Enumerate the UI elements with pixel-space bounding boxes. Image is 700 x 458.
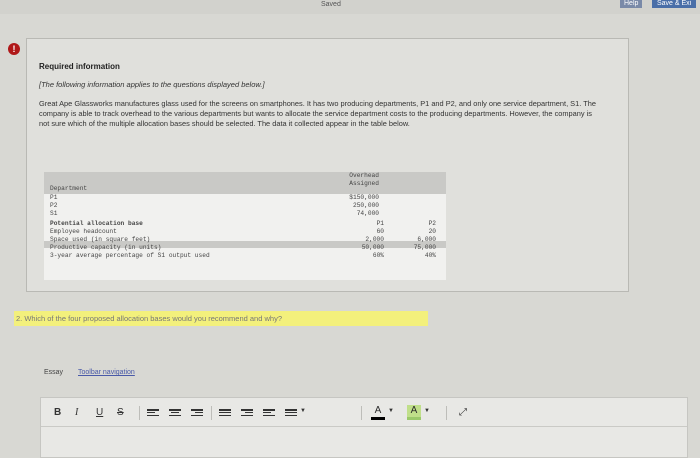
strikethrough-button[interactable]: S [117, 407, 124, 419]
alert-icon: ! [8, 43, 20, 55]
overhead-header-1: Overhead [349, 172, 379, 179]
help-button[interactable]: Help [620, 0, 643, 8]
toolbar-navigation-link[interactable]: Toolbar navigation [78, 369, 135, 376]
table-row: Potential allocation base P1 P2 [44, 220, 446, 228]
justify-icon[interactable] [219, 409, 231, 418]
table-row: Productive capacity (in units) 50,000 75… [44, 244, 446, 252]
align-left-icon[interactable] [147, 409, 159, 418]
toolbar-divider [446, 406, 447, 420]
table-row: Overhead [44, 172, 446, 180]
allocation-base-name: Employee headcount [50, 228, 117, 235]
essay-label: Essay [44, 369, 64, 376]
question-text: 2. Which of the four proposed allocation… [14, 311, 428, 326]
italic-button[interactable]: I [75, 407, 78, 419]
p2-value: 6,000 [417, 236, 436, 243]
toolbar-divider [361, 406, 362, 420]
info-note: [The following information applies to th… [39, 80, 265, 89]
p1-value: 60 [376, 228, 384, 235]
p1-value: 50,000 [361, 244, 384, 251]
department-name: P2 [50, 202, 58, 209]
intro-text: Great Ape Glassworks manufactures glass … [39, 99, 596, 128]
toolbar-divider [211, 406, 212, 420]
allocation-base-name: Productive capacity (in units) [50, 244, 162, 251]
overhead-value: 250,000 [353, 202, 379, 209]
allocation-base-label: Potential allocation base [50, 220, 143, 227]
p1-value: 2,000 [365, 236, 384, 243]
department-name: P1 [50, 194, 58, 201]
top-bar: Saved Help Save & Exi [0, 0, 700, 14]
align-right-icon[interactable] [191, 409, 203, 418]
font-color-dropdown-icon[interactable]: ▼ [388, 408, 394, 414]
table-row: P2 250,000 [44, 202, 446, 210]
table-row: Department [44, 185, 446, 193]
p2-header: P2 [428, 220, 436, 227]
data-table: Overhead Assigned Department P1 $150,000… [44, 172, 446, 280]
saved-status: Saved [321, 1, 341, 8]
bullet-list-icon[interactable] [285, 409, 297, 418]
underline-button[interactable]: U [96, 407, 103, 419]
background-color-dropdown-icon[interactable]: ▼ [424, 408, 430, 414]
indent-icon[interactable] [241, 409, 253, 418]
allocation-base-name: Space used (in square feet) [50, 236, 151, 243]
p1-value: 60% [372, 252, 384, 259]
expand-icon[interactable]: ⤢ [459, 407, 467, 418]
p2-value: 20 [428, 228, 436, 235]
allocation-base-name: 3-year average percentage of S1 output u… [50, 252, 210, 259]
bold-button[interactable]: B [54, 407, 61, 419]
table-row: P1 $150,000 [44, 194, 446, 202]
table-row: Space used (in square feet) 2,000 6,000 [44, 236, 446, 244]
overhead-value: 74,000 [356, 210, 379, 217]
p2-value: 75,000 [413, 244, 436, 251]
editor-toolbar: B I U S ▼ A ▼ A ▼ ⤢ [41, 398, 687, 427]
table-row: 3-year average percentage of S1 output u… [44, 252, 446, 260]
save-exit-button[interactable]: Save & Exi [652, 0, 697, 8]
list-dropdown-icon[interactable]: ▼ [300, 408, 306, 414]
p1-header: P1 [376, 220, 384, 227]
overhead-value: $150,000 [349, 194, 379, 201]
toolbar-divider [139, 406, 140, 420]
department-name: S1 [50, 210, 58, 217]
p2-value: 40% [424, 252, 436, 259]
align-center-icon[interactable] [169, 409, 181, 418]
table-row: Employee headcount 60 20 [44, 228, 446, 236]
required-information-title: Required information [39, 62, 120, 71]
essay-editor[interactable]: B I U S ▼ A ▼ A ▼ ⤢ [40, 397, 688, 458]
table-row: S1 74,000 [44, 210, 446, 218]
required-information-panel: Required information [The following info… [26, 38, 629, 292]
background-color-button[interactable]: A [407, 405, 421, 420]
font-color-button[interactable]: A [371, 405, 385, 420]
department-label: Department [50, 185, 88, 192]
outdent-icon[interactable] [263, 409, 275, 418]
